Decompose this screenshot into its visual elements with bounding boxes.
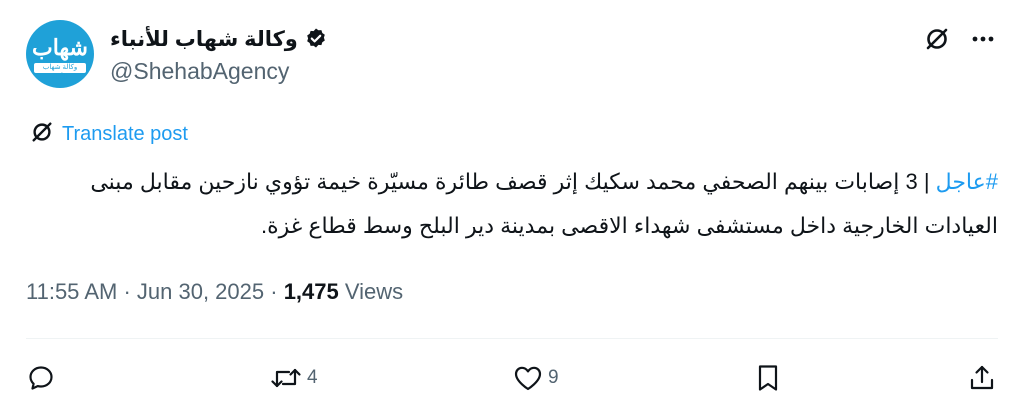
avatar[interactable]: شهاب وكالة شهاب للأنباء <box>26 20 94 88</box>
bookmark-icon <box>755 363 781 393</box>
share-button[interactable] <box>968 363 998 393</box>
views-label: Views <box>338 279 404 304</box>
display-name[interactable]: وكالة شهاب للأنباء <box>110 27 298 52</box>
retweet-button[interactable]: 4 <box>269 363 329 393</box>
tweet-text: #عاجل | 3 إصابات بينهم الصحفي محمد سكيك … <box>26 160 998 248</box>
handle[interactable]: @ShehabAgency <box>110 58 289 85</box>
verified-badge-icon <box>304 27 328 51</box>
bookmark-button[interactable] <box>755 363 785 393</box>
like-icon <box>512 363 544 393</box>
views-count: 1,475 <box>283 279 339 304</box>
tweet-body: | 3 إصابات بينهم الصحفي محمد سكيك إثر قص… <box>90 169 998 238</box>
avatar-logo-subtext: وكالة شهاب للأنباء <box>34 63 86 81</box>
reply-button[interactable] <box>26 363 86 393</box>
retweet-count: 4 <box>307 367 318 388</box>
grok-translate-icon <box>30 120 54 149</box>
reply-icon <box>26 363 56 393</box>
grok-icon[interactable] <box>922 24 952 54</box>
tweet-time[interactable]: 11:55 AM <box>26 279 117 305</box>
retweet-icon <box>269 363 303 393</box>
tweet-date[interactable]: Jun 30, 2025 <box>137 279 264 305</box>
meta-separator: · <box>264 279 284 304</box>
like-button[interactable]: 9 <box>512 363 572 393</box>
like-count: 9 <box>548 367 559 388</box>
action-bar: 4 9 <box>26 356 998 400</box>
hashtag-link[interactable]: #عاجل <box>936 169 998 194</box>
translate-post-button[interactable]: Translate post <box>30 120 188 148</box>
meta-separator: · <box>117 279 137 304</box>
avatar-logo-text: شهاب <box>32 35 88 61</box>
divider <box>26 338 998 339</box>
translate-label: Translate post <box>62 122 188 145</box>
name-row: وكالة شهاب للأنباء <box>110 24 328 54</box>
share-icon <box>968 363 996 393</box>
top-actions <box>922 24 998 54</box>
tweet-meta: 11:55 AM · Jun 30, 2025 · 1,475 Views <box>26 278 403 306</box>
more-icon[interactable] <box>968 24 998 54</box>
